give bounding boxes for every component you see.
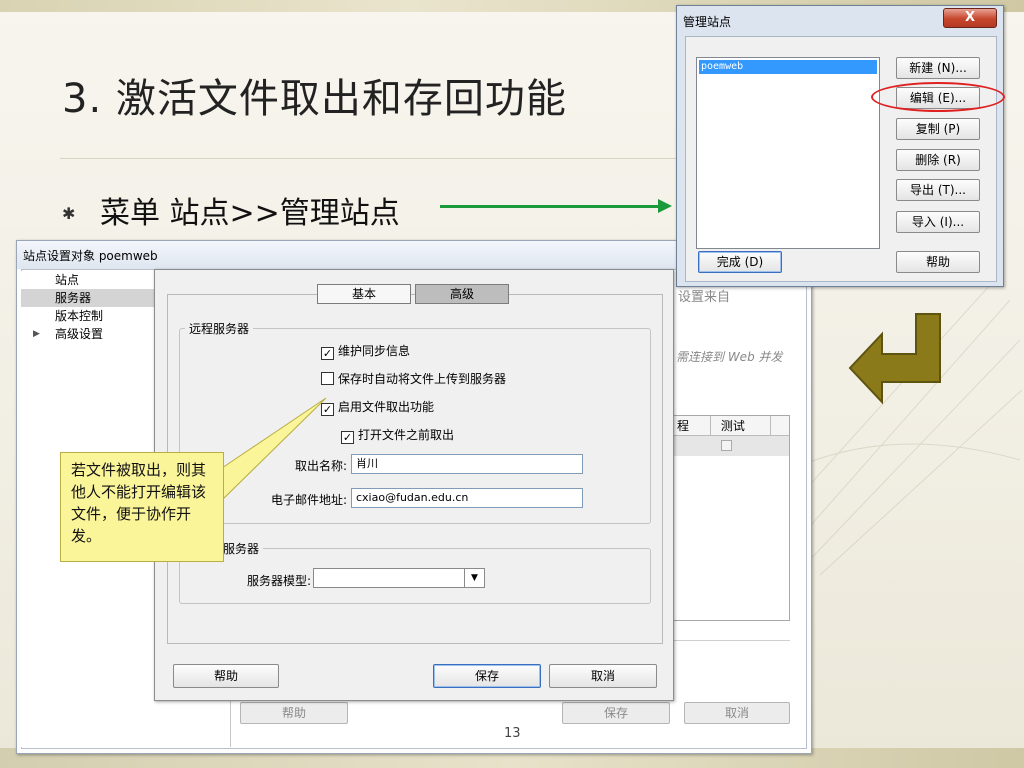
server-model-select[interactable]: ▼ bbox=[313, 568, 485, 588]
site-list[interactable]: poemweb bbox=[696, 57, 880, 249]
table-row[interactable] bbox=[671, 436, 789, 456]
back-save-button[interactable]: 保存 bbox=[562, 702, 670, 724]
maintain-sync-row[interactable]: ✓ 维护同步信息 bbox=[321, 342, 410, 360]
done-button[interactable]: 完成 (D) bbox=[698, 251, 782, 273]
checkout-on-open-label: 打开文件之前取出 bbox=[358, 428, 455, 442]
bullet-text: 菜单 站点>>管理站点 bbox=[100, 196, 400, 231]
manage-sites-window: 管理站点 X poemweb 新建 (N)... 编辑 (E)... 复制 (P… bbox=[676, 5, 1004, 287]
server-table-header: 程 测试 bbox=[671, 416, 789, 436]
return-arrow-icon bbox=[848, 313, 941, 405]
import-site-button[interactable]: 导入 (I)... bbox=[896, 211, 980, 233]
sidebar-item-advanced-label: 高级设置 bbox=[55, 327, 104, 341]
background-settings-text: 设置来自 bbox=[678, 290, 731, 305]
email-input[interactable]: cxiao@fudan.edu.cn bbox=[351, 488, 583, 508]
close-icon: X bbox=[964, 10, 976, 25]
testing-server-group-label: 服务器 bbox=[219, 540, 264, 557]
slide-title: 3. 激活文件取出和存回功能 bbox=[62, 76, 567, 122]
manage-sites-body: poemweb 新建 (N)... 编辑 (E)... 复制 (P) 删除 (R… bbox=[685, 36, 997, 282]
back-cancel-button[interactable]: 取消 bbox=[684, 702, 790, 724]
background-web-text: 需连接到 Web 并发 bbox=[676, 350, 783, 364]
delete-site-button[interactable]: 删除 (R) bbox=[896, 149, 980, 171]
cancel-button[interactable]: 取消 bbox=[549, 664, 657, 688]
table-header-remote: 程 bbox=[671, 416, 711, 436]
server-table: 程 测试 bbox=[670, 415, 790, 621]
checkout-on-open-row[interactable]: ✓ 打开文件之前取出 bbox=[341, 426, 454, 444]
checkout-name-label: 取出名称: bbox=[294, 459, 347, 473]
auto-upload-label: 保存时自动将文件上传到服务器 bbox=[338, 372, 507, 386]
title-divider bbox=[60, 158, 680, 159]
save-button[interactable]: 保存 bbox=[433, 664, 541, 688]
edit-highlight-ellipse bbox=[871, 82, 1005, 112]
export-site-button[interactable]: 导出 (T)... bbox=[896, 179, 980, 201]
checkout-name-input[interactable]: 肖川 bbox=[351, 454, 583, 474]
page-number: 13 bbox=[504, 726, 521, 741]
new-site-button[interactable]: 新建 (N)... bbox=[896, 57, 980, 79]
enable-checkout-checkbox[interactable]: ✓ bbox=[321, 403, 334, 416]
maintain-sync-checkbox[interactable]: ✓ bbox=[321, 347, 334, 360]
manage-sites-title: 管理站点 bbox=[683, 15, 732, 29]
help-button[interactable]: 帮助 bbox=[173, 664, 279, 688]
auto-upload-row[interactable]: 保存时自动将文件上传到服务器 bbox=[321, 370, 506, 387]
server-settings-dialog: 基本 高级 远程服务器 ✓ 维护同步信息 保存时自动将文件上传到服务器 ✓ 启用文件… bbox=[154, 269, 674, 701]
test-checkbox[interactable] bbox=[721, 440, 732, 451]
server-model-label: 服务器模型: bbox=[246, 574, 311, 588]
table-header-test: 测试 bbox=[715, 416, 771, 436]
maintain-sync-label: 维护同步信息 bbox=[338, 344, 411, 358]
chevron-down-icon[interactable]: ▼ bbox=[464, 569, 484, 587]
expand-triangle-icon[interactable]: ▶ bbox=[33, 325, 40, 343]
enable-checkout-label: 启用文件取出功能 bbox=[338, 400, 435, 414]
close-button[interactable]: X bbox=[943, 8, 997, 28]
auto-upload-checkbox[interactable] bbox=[321, 372, 334, 385]
checkout-on-open-checkbox[interactable]: ✓ bbox=[341, 431, 354, 444]
remote-server-group-label: 远程服务器 bbox=[185, 320, 254, 337]
manage-help-button[interactable]: 帮助 bbox=[896, 251, 980, 273]
back-help-button[interactable]: 帮助 bbox=[240, 702, 348, 724]
checkout-callout: 若文件被取出，则其他人不能打开编辑该文件，便于协作开发。 bbox=[60, 452, 224, 562]
enable-checkout-row[interactable]: ✓ 启用文件取出功能 bbox=[321, 398, 434, 416]
green-arrow-head-icon bbox=[658, 199, 672, 213]
bullet-star-icon: ✱ bbox=[62, 204, 76, 223]
green-arrow-icon bbox=[440, 205, 662, 208]
list-item-poemweb[interactable]: poemweb bbox=[699, 60, 877, 74]
tab-advanced[interactable]: 高级 bbox=[415, 284, 509, 304]
email-label: 电子邮件地址: bbox=[270, 493, 347, 507]
copy-site-button[interactable]: 复制 (P) bbox=[896, 118, 980, 140]
tab-basic[interactable]: 基本 bbox=[317, 284, 411, 304]
